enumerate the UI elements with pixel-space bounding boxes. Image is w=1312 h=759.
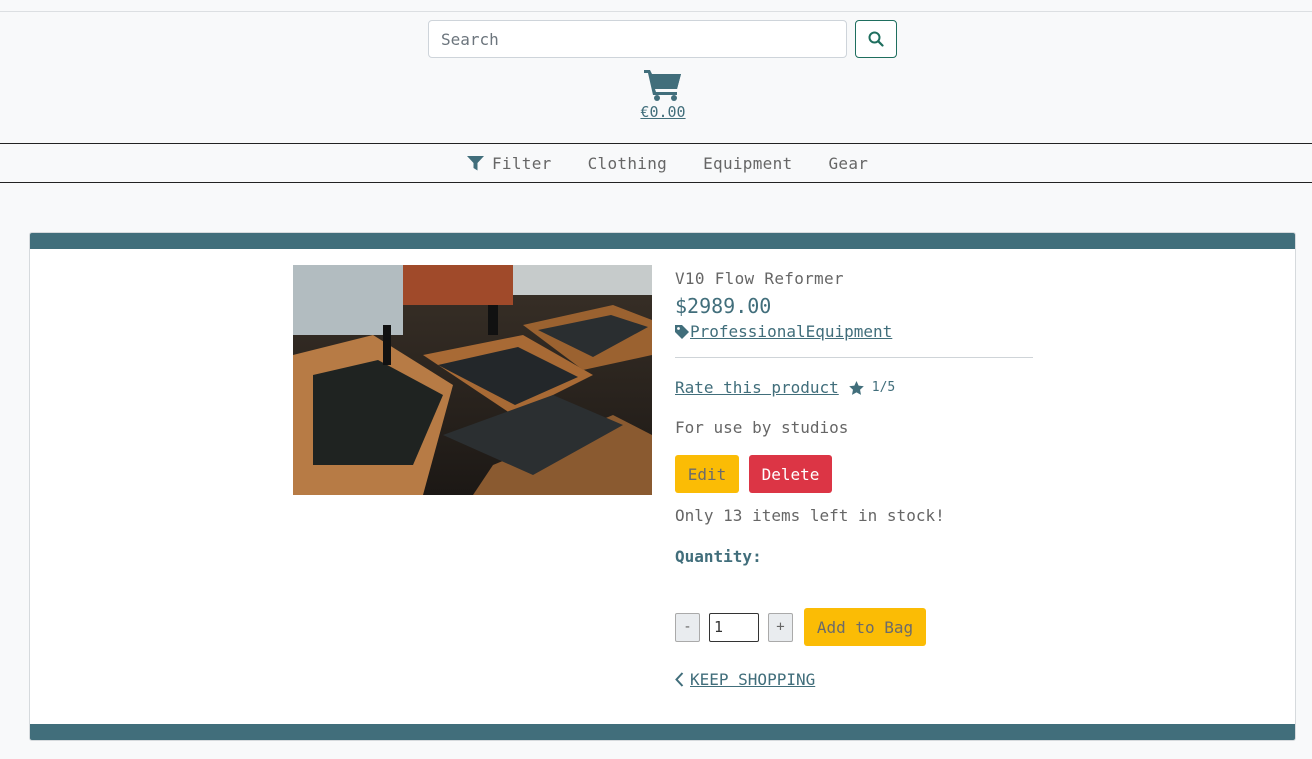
search-icon — [868, 31, 884, 47]
keep-shopping-link[interactable]: KEEP SHOPPING — [675, 670, 815, 689]
nav-item-equipment[interactable]: Equipment — [703, 154, 792, 173]
nav-filter-label: Filter — [492, 153, 552, 173]
decrement-button[interactable]: - — [675, 612, 700, 642]
product-category: ProfessionalEquipment — [675, 322, 1033, 341]
details-divider — [675, 357, 1033, 358]
filter-icon — [467, 155, 484, 170]
card-footer-bar — [30, 724, 1295, 740]
search-form — [428, 20, 897, 58]
product-price: $2989.00 — [675, 294, 772, 318]
nav-filter[interactable]: Filter — [467, 154, 552, 173]
product-details: V10 Flow Reformer $2989.00 ProfessionalE… — [675, 269, 1033, 691]
chevron-left-icon — [675, 672, 684, 687]
cart-link[interactable]: €0.00 — [628, 68, 698, 121]
stock-text: Only 13 items left in stock! — [675, 506, 945, 525]
product-card: V10 Flow Reformer $2989.00 ProfessionalE… — [29, 232, 1296, 741]
quantity-input[interactable] — [709, 612, 759, 642]
star-icon — [848, 380, 864, 395]
card-header-bar — [30, 233, 1295, 249]
admin-actions: Edit Delete — [675, 455, 1033, 493]
product-name: V10 Flow Reformer — [675, 269, 844, 288]
quantity-label: Quantity: — [675, 547, 762, 566]
increment-button[interactable]: + — [768, 612, 793, 642]
cart-icon — [644, 70, 681, 101]
quantity-stepper: - + Add to Bag — [675, 608, 1033, 646]
product-image — [293, 265, 652, 495]
rate-product-link[interactable]: Rate this product — [675, 378, 839, 397]
product-rating: 1/5 — [871, 380, 896, 395]
rating-row: Rate this product 1/5 — [675, 378, 1033, 397]
category-link[interactable]: ProfessionalEquipment — [690, 322, 892, 341]
category-nav: Filter Clothing Equipment Gear — [0, 143, 1312, 183]
search-input[interactable] — [428, 20, 847, 58]
cart-total[interactable]: €0.00 — [628, 103, 698, 121]
search-button[interactable] — [855, 20, 897, 58]
keep-shopping-label: KEEP SHOPPING — [690, 670, 816, 689]
delete-button[interactable]: Delete — [749, 455, 832, 493]
edit-button[interactable]: Edit — [675, 455, 739, 493]
nav-item-clothing[interactable]: Clothing — [588, 154, 667, 173]
product-description: For use by studios — [675, 418, 849, 437]
nav-item-gear[interactable]: Gear — [828, 154, 868, 173]
add-to-bag-button[interactable]: Add to Bag — [804, 608, 926, 646]
tag-icon — [675, 324, 689, 339]
top-divider — [0, 11, 1312, 12]
